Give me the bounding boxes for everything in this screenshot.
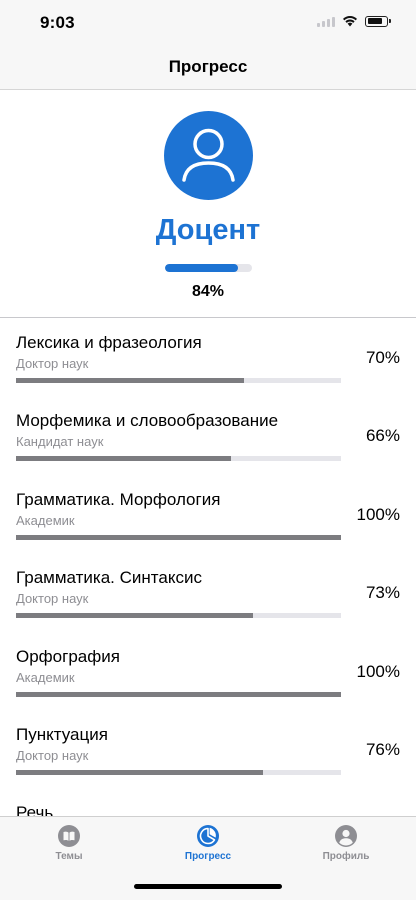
topic-progress-list[interactable]: Лексика и фразеология Доктор наук 70% Морфе… bbox=[0, 318, 416, 816]
pie-chart-icon bbox=[197, 825, 219, 847]
topic-percent: 66% bbox=[365, 426, 400, 446]
tab-profile[interactable]: Профиль bbox=[296, 825, 396, 862]
topic-progress-fill bbox=[16, 769, 263, 775]
status-icons bbox=[317, 15, 391, 27]
topic-percent: 70% bbox=[365, 348, 400, 367]
person-circle-icon bbox=[335, 825, 357, 847]
topic-title: Грамматика. Морфология bbox=[16, 489, 221, 509]
battery-icon bbox=[365, 15, 391, 27]
overall-progress-bar bbox=[165, 264, 252, 272]
topic-title: Лексика и фразеология bbox=[16, 333, 202, 352]
topic-level: Кандидат наук bbox=[16, 434, 104, 450]
topic-progress-bar bbox=[16, 378, 341, 383]
book-icon bbox=[58, 825, 80, 847]
topic-title: Морфемика и словообразование bbox=[16, 411, 279, 431]
topic-percent: 73% bbox=[365, 583, 400, 603]
topic-progress-fill bbox=[16, 691, 341, 697]
topic-percent: 100% bbox=[356, 504, 400, 524]
topic-row[interactable]: Пунктуация Доктор наук 76% bbox=[0, 710, 416, 788]
progress-header: Доцент 84% bbox=[0, 90, 416, 318]
tab-profile-label: Профиль bbox=[322, 851, 370, 862]
topic-title: Орфография bbox=[16, 646, 120, 666]
topic-level: Доктор наук bbox=[16, 356, 89, 371]
topic-level: Доктор наук bbox=[16, 747, 89, 763]
topic-progress-fill bbox=[16, 613, 254, 619]
topic-row[interactable]: Речь bbox=[0, 788, 416, 816]
status-time: 9:03 bbox=[40, 13, 75, 32]
tab-progress[interactable]: Прогресс bbox=[158, 825, 258, 862]
topic-progress-bar bbox=[16, 613, 341, 619]
topic-title: Грамматика. Синтаксис bbox=[16, 568, 202, 588]
topic-title: Пунктуация bbox=[16, 724, 108, 744]
topic-progress-bar bbox=[16, 534, 341, 540]
status-bar: 9:03 bbox=[0, 0, 416, 44]
topic-progress-fill bbox=[16, 534, 341, 540]
tab-progress-label: Прогресс bbox=[184, 851, 232, 862]
topic-progress-bar bbox=[16, 769, 341, 775]
topic-progress-fill bbox=[16, 378, 244, 383]
page-title: Прогресс bbox=[168, 57, 248, 76]
topic-row[interactable]: Орфография Академик 100% bbox=[0, 632, 416, 710]
topic-percent: 76% bbox=[365, 739, 400, 759]
rank-title: Доцент bbox=[155, 214, 261, 246]
wifi-icon bbox=[343, 16, 357, 27]
home-indicator bbox=[134, 884, 282, 889]
topic-progress-fill bbox=[16, 456, 231, 462]
topic-progress-bar bbox=[16, 691, 341, 697]
topic-level: Доктор наук bbox=[16, 591, 89, 607]
topic-row[interactable]: Лексика и фразеология Доктор наук 70% bbox=[0, 318, 416, 396]
tab-topics[interactable]: Темы bbox=[19, 825, 119, 862]
topic-level: Академик bbox=[16, 669, 75, 685]
topic-title: Речь bbox=[16, 803, 54, 816]
avatar-icon bbox=[164, 111, 253, 200]
overall-progress-percent: 84% bbox=[191, 283, 225, 300]
navigation-bar: Прогресс bbox=[0, 44, 416, 90]
topic-row[interactable]: Грамматика. Синтаксис Доктор наук 73% bbox=[0, 553, 416, 631]
topic-progress-bar bbox=[16, 456, 341, 462]
overall-progress-fill bbox=[165, 264, 239, 272]
tab-topics-label: Темы bbox=[55, 851, 83, 862]
cellular-signal-icon bbox=[317, 16, 335, 27]
topic-level: Академик bbox=[16, 512, 75, 528]
topic-row[interactable]: Грамматика. Морфология Академик 100% bbox=[0, 475, 416, 553]
topic-row[interactable]: Морфемика и словообразование Кандидат нау… bbox=[0, 396, 416, 474]
topic-percent: 100% bbox=[356, 661, 400, 681]
